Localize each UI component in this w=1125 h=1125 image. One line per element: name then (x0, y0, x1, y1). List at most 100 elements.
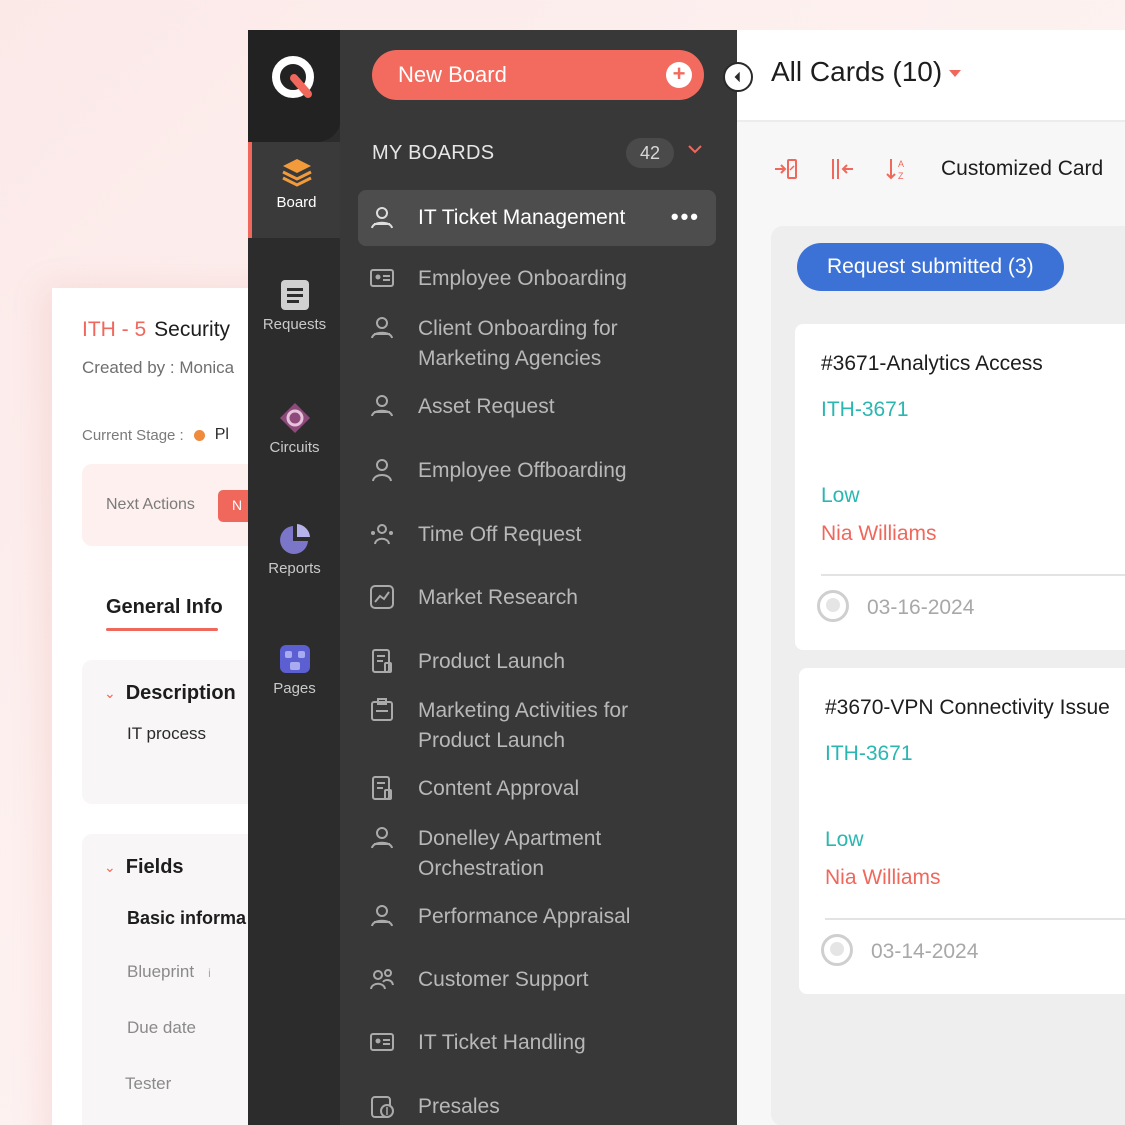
team-icon (371, 827, 393, 849)
card-title: #3671-Analytics Access (821, 352, 1043, 375)
board-item-customer-support[interactable]: Customer Support (358, 965, 716, 995)
chevron-down-icon[interactable] (686, 140, 704, 158)
created-by: Created by : Monica (82, 358, 235, 377)
rail-item-circuits[interactable]: Circuits (248, 387, 341, 483)
board-item-donelley-apartment[interactable]: Donelley Apartment Orchestration (358, 824, 716, 884)
collapse-columns-icon[interactable] (829, 156, 855, 182)
board-item-label: IT Ticket Handling (418, 1031, 586, 1054)
board-item-presales[interactable]: Presales (358, 1092, 716, 1122)
active-tab-underline (106, 628, 218, 631)
stage-column: Request submitted (3) #3671-Analytics Ac… (771, 226, 1125, 1125)
customized-card-button[interactable]: Customized Card (941, 157, 1103, 181)
cards-view: All Cards (10) A Z Customized Card Reque… (723, 30, 1125, 1125)
board-item-label: IT Ticket Management (418, 206, 626, 229)
svg-text:Z: Z (898, 171, 904, 181)
field-blueprint-label: Blueprint (127, 962, 195, 981)
stage-pill[interactable]: Request submitted (3) (797, 243, 1064, 291)
chart-icon (370, 585, 394, 609)
pages-icon (279, 645, 310, 673)
card-item[interactable]: #3671-Analytics Access ITH-3671 Low Nia … (795, 324, 1125, 650)
field-basic-information[interactable]: Basic informa (127, 908, 246, 929)
boards-count-badge: 42 (626, 138, 674, 168)
avatar-icon (817, 590, 849, 622)
id-card-icon (370, 269, 394, 287)
board-item-label: Donelley Apartment Orchestration (418, 827, 602, 880)
board-item-performance-appraisal[interactable]: Performance Appraisal (358, 902, 716, 932)
board-item-employee-onboarding[interactable]: Employee Onboarding (358, 264, 716, 294)
board-item-market-research[interactable]: Market Research (358, 583, 716, 613)
document-icon (280, 280, 309, 310)
next-actions-label: Next Actions (106, 496, 195, 513)
description-heading: Description (125, 682, 236, 704)
board-item-asset-request[interactable]: Asset Request (358, 392, 716, 422)
board-item-label: Presales (418, 1095, 500, 1118)
board-item-it-ticket-management[interactable]: IT Ticket Management ••• (358, 190, 716, 246)
field-tester: Tester (125, 1074, 172, 1093)
doc-icon (372, 776, 392, 800)
description-toggle[interactable]: ⌄ Description (104, 682, 236, 705)
stage-dot-icon (193, 429, 205, 441)
board-item-label: Time Off Request (418, 523, 582, 546)
sort-icon[interactable]: A Z (885, 156, 911, 182)
detail-header: ITH - 5 Security (82, 318, 230, 342)
logo-area (248, 30, 341, 142)
app-logo-icon[interactable] (270, 54, 320, 104)
money-icon (371, 1096, 394, 1118)
board-item-label: Employee Offboarding (418, 459, 627, 482)
all-cards-dropdown[interactable]: All Cards (10) (771, 56, 942, 88)
rail-item-label: Reports (268, 560, 321, 577)
card-id-link[interactable]: ITH-3671 (825, 742, 913, 766)
board-item-label: Product Launch (418, 650, 566, 673)
chevron-down-icon: ⌄ (104, 859, 116, 875)
more-options-icon[interactable]: ••• (671, 204, 700, 230)
board-item-product-launch[interactable]: Product Launch (358, 647, 716, 677)
people-icon (371, 524, 393, 545)
nav-rail: Board Requests Circuits Reports Pages (248, 30, 341, 1125)
team-icon (371, 207, 393, 229)
board-item-content-approval[interactable]: Content Approval (358, 774, 716, 804)
board-item-marketing-activities[interactable]: Marketing Activities for Product Launch (358, 696, 716, 756)
board-item-label: Client Onboarding for Marketing Agencies (418, 317, 618, 370)
layers-icon (281, 159, 312, 187)
card-id-link[interactable]: ITH-3671 (821, 398, 909, 422)
avatar-icon (821, 934, 853, 966)
next-actions: Next Actions N (82, 464, 262, 546)
collapse-panel-icon[interactable] (723, 62, 753, 92)
current-stage: Current Stage : Pl (82, 426, 229, 444)
caret-down-icon[interactable] (949, 70, 961, 77)
card-item[interactable]: #3670-VPN Connectivity Issue ITH-3671 Lo… (799, 668, 1125, 994)
expand-icon[interactable] (773, 156, 799, 182)
board-item-label: Marketing Activities for Product Launch (418, 699, 629, 752)
team-icon (371, 395, 393, 417)
support-icon (370, 969, 394, 990)
new-board-button[interactable]: New Board + (372, 50, 704, 100)
card-assignee: Nia Williams (825, 866, 941, 889)
chevron-down-icon: ⌄ (104, 685, 116, 701)
rail-item-board[interactable]: Board (248, 142, 341, 238)
card-date: 03-14-2024 (871, 940, 979, 963)
board-item-time-off-request[interactable]: Time Off Request (358, 520, 716, 550)
board-item-client-onboarding[interactable]: Client Onboarding for Marketing Agencies (358, 314, 716, 374)
tab-general-info[interactable]: General Info (106, 596, 223, 619)
board-item-employee-offboarding[interactable]: Employee Offboarding (358, 456, 716, 486)
fields-toggle[interactable]: ⌄ Fields (104, 856, 184, 879)
fields-section: ⌄ Fields Basic informa Blueprint i Due da… (82, 834, 262, 1125)
rail-item-requests[interactable]: Requests (248, 264, 341, 360)
card-divider (821, 574, 1125, 576)
card-date: 03-16-2024 (867, 596, 975, 619)
fields-heading: Fields (125, 856, 184, 878)
rail-item-pages[interactable]: Pages (248, 628, 341, 724)
rail-item-reports[interactable]: Reports (248, 508, 341, 604)
board-item-label: Market Research (418, 586, 578, 609)
card-divider (825, 918, 1125, 920)
ticket-title: Security (154, 318, 231, 341)
id-card-icon (370, 1033, 394, 1051)
description-value: IT process (127, 724, 207, 743)
card-priority: Low (821, 484, 860, 507)
current-stage-label: Current Stage : (82, 426, 184, 444)
board-item-it-ticket-handling[interactable]: IT Ticket Handling (358, 1028, 716, 1058)
field-due-date: Due date (127, 1018, 196, 1037)
board-item-label: Content Approval (418, 777, 580, 800)
info-icon: i (208, 966, 211, 980)
cards-toolbar: A Z Customized Card (773, 156, 1103, 182)
